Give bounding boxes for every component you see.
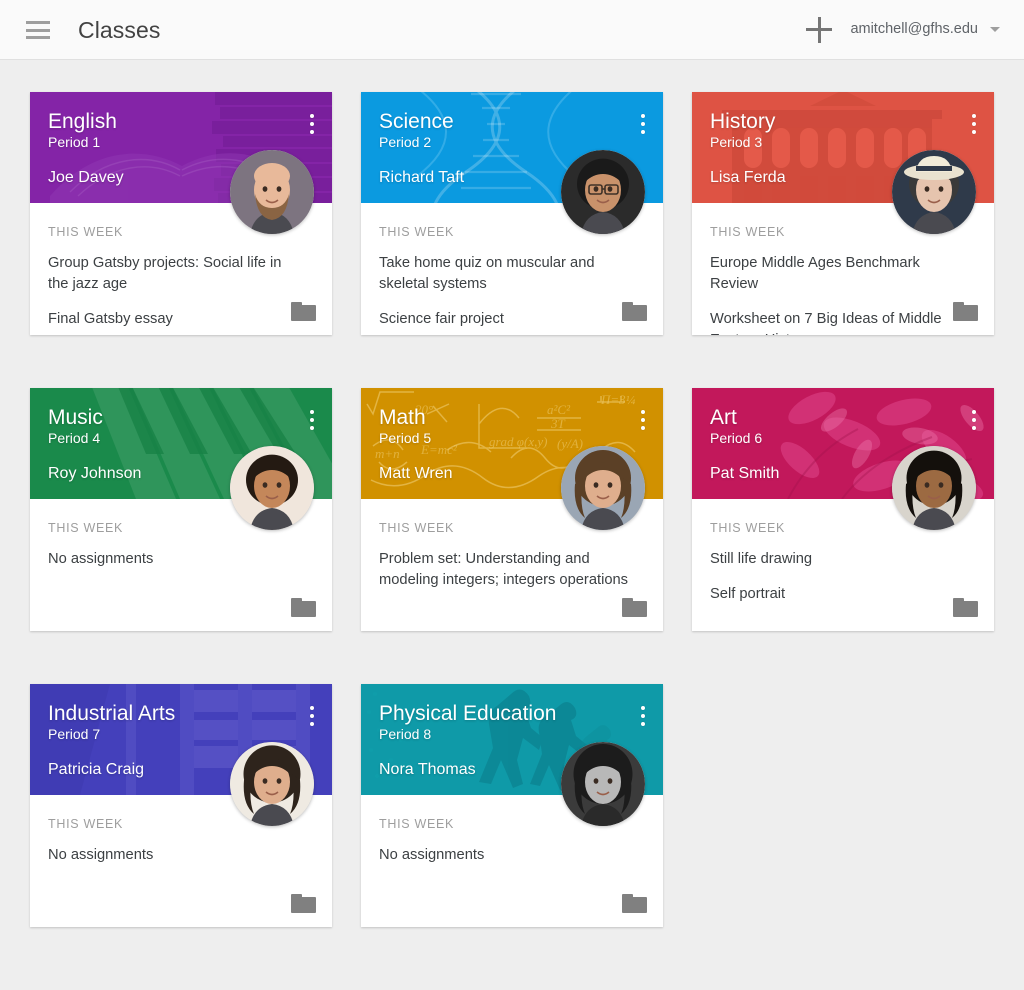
teacher-avatar[interactable] [230, 742, 314, 826]
hamburger-bar [26, 21, 50, 24]
account-email[interactable]: amitchell@gfhs.edu [850, 21, 978, 37]
class-card[interactable]: English Period 1 Joe Davey THIS WEEK Gro… [30, 92, 332, 335]
svg-text:grad φ(x,y): grad φ(x,y) [489, 434, 547, 449]
teacher-avatar[interactable] [561, 150, 645, 234]
more-vert-icon[interactable] [634, 410, 652, 432]
chevron-down-icon[interactable] [990, 27, 1000, 32]
assignment-item[interactable]: No assignments [379, 845, 629, 866]
teacher-avatar[interactable] [561, 742, 645, 826]
more-vert-icon[interactable] [634, 706, 652, 728]
svg-text:3T: 3T [550, 416, 566, 431]
class-card[interactable]: Science Period 2 Richard Taft THIS WEEK … [361, 92, 663, 335]
folder-icon[interactable] [622, 302, 647, 321]
class-card[interactable]: Music Period 4 Roy Johnson THIS WEEK No … [30, 388, 332, 631]
assignment-item[interactable]: Worksheet on 7 Big Ideas of Middle Easte… [710, 309, 960, 335]
assignment-item[interactable]: Group Gatsby projects: Social life in th… [48, 253, 298, 295]
svg-text:a²C²: a²C² [547, 402, 571, 417]
assignment-item[interactable]: Problem set: Understanding and modeling … [379, 549, 629, 591]
class-name: Art [710, 406, 737, 429]
teacher-avatar[interactable] [892, 150, 976, 234]
class-period: Period 2 [379, 134, 432, 150]
assignment-item[interactable]: Still life drawing [710, 549, 960, 570]
class-teacher-name: Joe Davey [48, 169, 124, 186]
hamburger-bar [26, 28, 50, 32]
assignment-item[interactable]: Final Gatsby essay [48, 309, 298, 330]
folder-icon[interactable] [291, 894, 316, 913]
hamburger-bar [26, 36, 50, 39]
class-teacher-name: Lisa Ferda [710, 169, 786, 186]
class-teacher-name: Nora Thomas [379, 761, 476, 778]
class-period: Period 1 [48, 134, 101, 150]
class-teacher-name: Roy Johnson [48, 465, 142, 482]
class-period: Period 5 [379, 430, 432, 446]
class-period: Period 7 [48, 726, 101, 742]
svg-text:(y/A): (y/A) [557, 436, 583, 451]
teacher-avatar[interactable] [561, 446, 645, 530]
class-card[interactable]: History Period 3 Lisa Ferda THIS WEEK Eu… [692, 92, 994, 335]
svg-text:Π=3¼: Π=3¼ [600, 392, 636, 407]
more-vert-icon[interactable] [965, 410, 983, 432]
assignment-item[interactable]: Self portrait [710, 584, 960, 605]
assignment-item[interactable]: No assignments [48, 549, 298, 570]
assignment-item[interactable]: No assignments [48, 845, 298, 866]
folder-icon[interactable] [622, 894, 647, 913]
hamburger-menu-icon[interactable] [26, 21, 50, 39]
class-card[interactable]: 20° a²C² Π=3¼ E=mc² grad φ(x,y) m+n (y/A) 3T… [361, 388, 663, 631]
class-name: Physical Education [379, 702, 557, 725]
class-name: History [710, 110, 776, 133]
top-app-bar: Classes amitchell@gfhs.edu [0, 0, 1024, 60]
more-vert-icon[interactable] [303, 706, 321, 728]
more-vert-icon[interactable] [965, 114, 983, 136]
page-title: Classes [78, 17, 161, 43]
class-teacher-name: Patricia Craig [48, 761, 145, 778]
folder-icon[interactable] [291, 302, 316, 321]
folder-icon[interactable] [622, 598, 647, 617]
more-vert-icon[interactable] [303, 410, 321, 432]
svg-text:m+n: m+n [375, 446, 400, 461]
class-name: English [48, 110, 117, 133]
assignment-item[interactable]: Take home quiz on muscular and skeletal … [379, 253, 629, 295]
folder-icon[interactable] [953, 598, 978, 617]
class-teacher-name: Richard Taft [379, 169, 465, 186]
assignment-item[interactable]: Science fair project [379, 309, 629, 330]
class-name: Music [48, 406, 103, 429]
more-vert-icon[interactable] [303, 114, 321, 136]
teacher-avatar[interactable] [230, 150, 314, 234]
add-class-button[interactable] [806, 17, 832, 43]
more-vert-icon[interactable] [634, 114, 652, 136]
class-name: Math [379, 406, 426, 429]
class-name: Science [379, 110, 454, 133]
folder-icon[interactable] [291, 598, 316, 617]
class-card[interactable]: Industrial Arts Period 7 Patricia Craig … [30, 684, 332, 927]
class-period: Period 3 [710, 134, 763, 150]
teacher-avatar[interactable] [892, 446, 976, 530]
assignment-item[interactable]: Europe Middle Ages Benchmark Review [710, 253, 960, 295]
class-period: Period 4 [48, 430, 101, 446]
class-card[interactable]: Art Period 6 Pat Smith THIS WEEK Still l… [692, 388, 994, 631]
class-teacher-name: Matt Wren [379, 465, 453, 482]
class-period: Period 8 [379, 726, 432, 742]
class-teacher-name: Pat Smith [710, 465, 780, 482]
folder-icon[interactable] [953, 302, 978, 321]
class-card[interactable]: Physical Education Period 8 Nora Thomas … [361, 684, 663, 927]
class-period: Period 6 [710, 430, 763, 446]
class-name: Industrial Arts [48, 702, 176, 725]
teacher-avatar[interactable] [230, 446, 314, 530]
